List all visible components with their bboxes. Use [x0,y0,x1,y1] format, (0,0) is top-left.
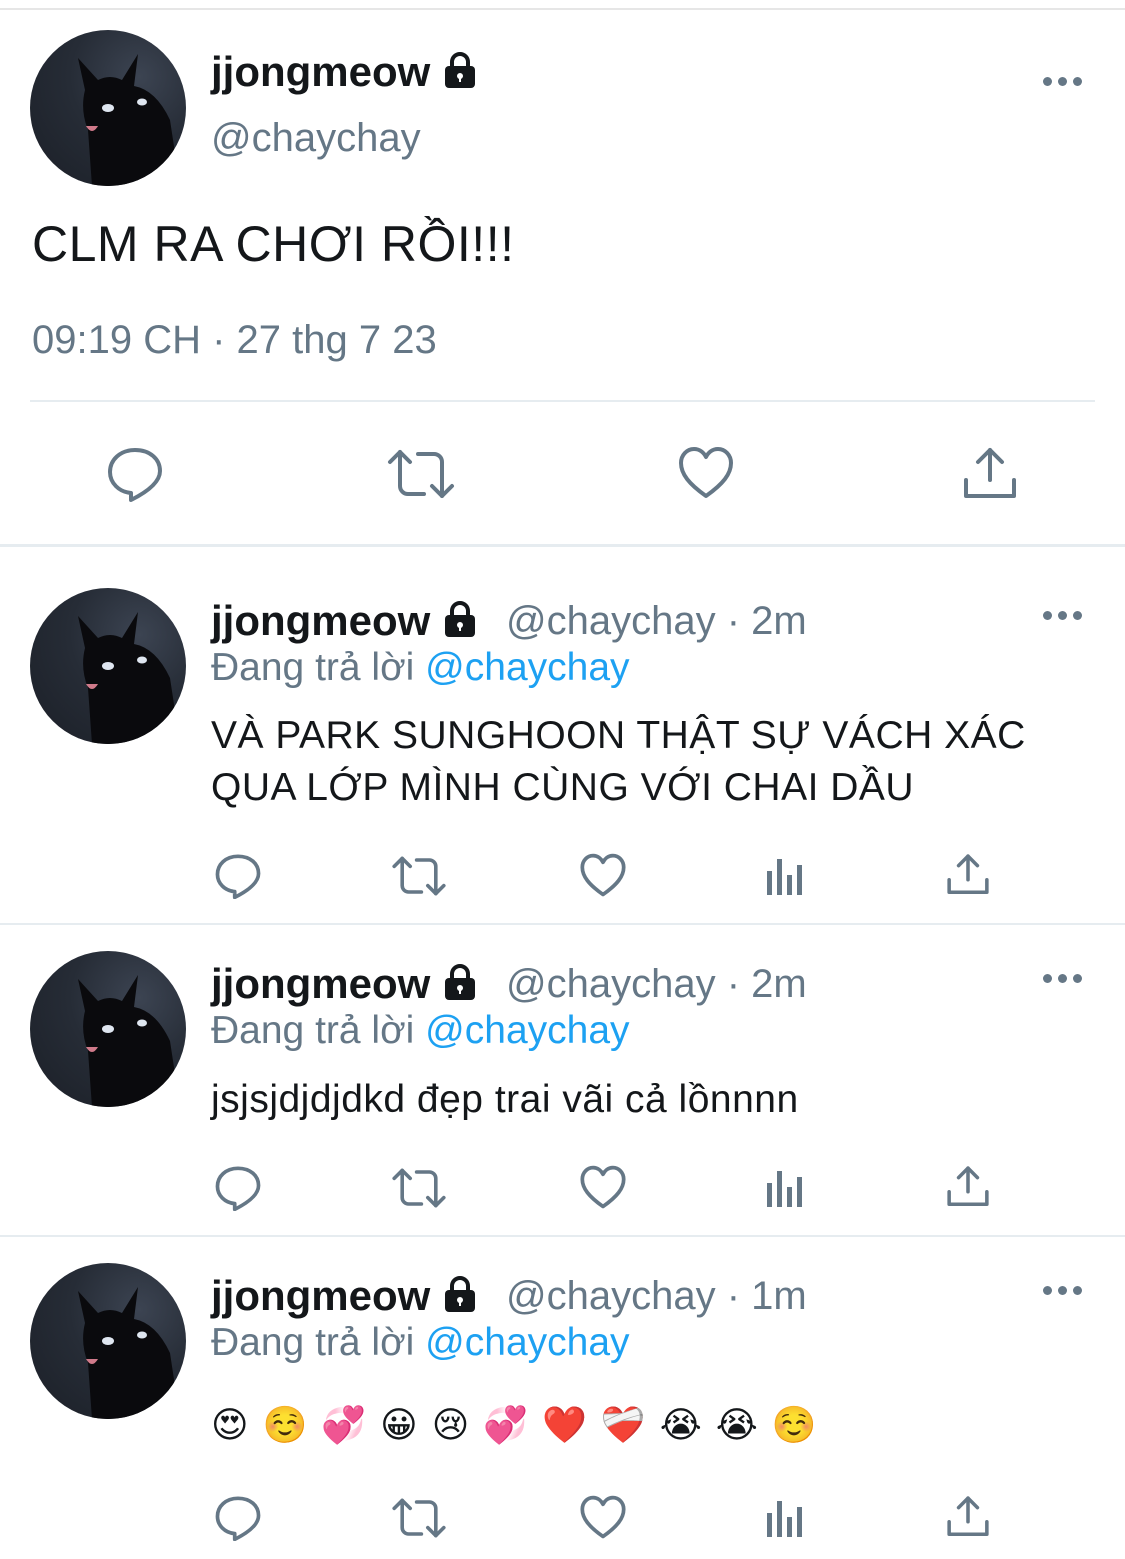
share-icon [964,448,1016,498]
tweet-separator [0,923,1125,925]
share-button[interactable] [962,446,1018,502]
more-options-icon[interactable] [1043,75,1083,87]
lock-icon [440,599,480,649]
avatar[interactable] [30,951,186,1107]
analytics-button[interactable] [765,1497,807,1539]
reply-button[interactable] [214,1495,262,1541]
more-options-icon[interactable] [1043,972,1083,984]
like-button[interactable] [579,1495,627,1540]
handle-time[interactable]: @chaychay · 2m [506,962,807,1007]
display-name[interactable]: jjongmeow [211,960,480,1012]
replying-to: Đang trả lời @chaychay [211,1321,630,1364]
analytics-icon [767,1501,802,1537]
mention-link[interactable]: @chaychay [425,1009,629,1052]
like-icon [580,1165,626,1209]
handle-time[interactable]: @chaychay · 1m [506,1274,807,1319]
analytics-icon [767,859,802,895]
retweet-icon [388,450,454,498]
tweet-text: VÀ PARK SUNGHOON THẬT SỰ VÁCH XÁC QUA LỚ… [211,714,1026,809]
analytics-icon [767,1171,802,1207]
black-cat-avatar-image [78,975,180,1107]
like-button[interactable] [579,853,627,898]
more-options-icon[interactable] [1043,1284,1083,1296]
avatar[interactable] [30,30,186,186]
avatar[interactable] [30,588,186,744]
share-icon [947,1166,989,1207]
reply-icon [108,448,162,502]
share-button[interactable] [946,1165,990,1209]
retweet-button[interactable] [391,1165,447,1211]
handle[interactable]: @chaychay [211,116,421,161]
retweet-button[interactable] [391,1495,447,1541]
analytics-button[interactable] [765,1167,807,1209]
like-button[interactable] [579,1165,627,1210]
lock-icon [440,1274,480,1324]
like-button[interactable] [677,446,735,500]
reply-icon [215,1166,261,1211]
display-name[interactable]: jjongmeow [211,1272,480,1324]
lock-icon [440,962,480,1012]
timestamp[interactable]: 09:19 CH · 27 thg 7 23 [32,318,437,363]
top-border [0,0,1125,10]
black-cat-avatar-image [78,1287,180,1419]
retweet-icon [392,1498,446,1538]
tweet-separator [0,544,1125,547]
share-button[interactable] [946,853,990,897]
share-icon [947,854,989,895]
black-cat-avatar-image [78,612,180,744]
analytics-button[interactable] [765,855,807,897]
handle-time[interactable]: @chaychay · 2m [506,599,807,644]
tweet-text: CLM RA CHƠI RỒI!!! [32,216,515,272]
retweet-button[interactable] [386,446,456,502]
black-cat-avatar-image [78,54,180,186]
tweet-separator [0,1235,1125,1237]
mention-link[interactable]: @chaychay [425,646,629,689]
avatar[interactable] [30,1263,186,1419]
retweet-icon [392,856,446,896]
like-icon [679,447,733,498]
reply-button[interactable] [106,446,164,502]
reply-button[interactable] [214,1165,262,1211]
reply-icon [215,854,261,899]
divider [30,400,1095,402]
display-name[interactable]: jjongmeow [211,597,480,649]
like-icon [580,853,626,897]
replying-to: Đang trả lời @chaychay [211,1009,630,1052]
retweet-button[interactable] [391,853,447,899]
reply-icon [215,1496,261,1541]
more-options-icon[interactable] [1043,609,1083,621]
share-button[interactable] [946,1495,990,1539]
lock-icon [440,50,480,100]
replying-to: Đang trả lời @chaychay [211,646,630,689]
display-name[interactable]: jjongmeow [211,48,480,100]
share-icon [947,1496,989,1537]
mention-link[interactable]: @chaychay [425,1321,629,1364]
emoji-text: 😍☺️💞😀😢💞❤️❤️‍🩹😭😭☺️ [211,1405,831,1446]
reply-button[interactable] [214,853,262,899]
tweet-text: jsjsjdjdjdkd đẹp trai vãi cả lồnnnn [211,1078,799,1121]
retweet-icon [392,1168,446,1208]
like-icon [580,1495,626,1539]
